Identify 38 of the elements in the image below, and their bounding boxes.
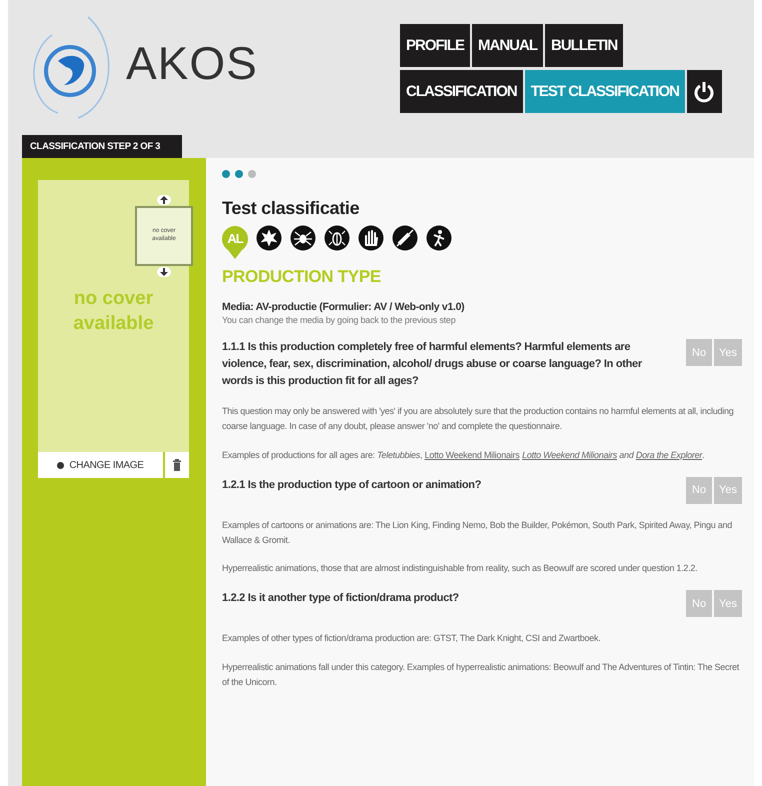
logo-text: AKOS <box>126 36 258 90</box>
example-link[interactable]: Lotto Weekend Milionairs <box>522 450 618 460</box>
question-text: 1.1.1 Is this production completely free of harmful elements? Harmful elements are violence, fear, sex, discrimination, alcohol/ drugs abuse or coarse language? In other words is this production fit for all ages? <box>222 340 643 390</box>
page-title: Test classificatie <box>222 198 360 219</box>
example-link[interactable]: Dora the Explorer <box>636 450 702 460</box>
trash-icon <box>173 459 181 471</box>
nav-tab[interactable]: BULLETIN <box>545 24 624 67</box>
power-icon <box>694 80 714 102</box>
syringe-icon <box>392 225 418 251</box>
nav-tab[interactable]: TEST CLASSIFICATION <box>524 70 685 113</box>
power-button[interactable] <box>686 70 722 113</box>
media-hint: You can change the media by going back to the previous step <box>222 315 457 325</box>
question-text: 1.2.2 Is it another type of fiction/drama product? <box>222 591 459 606</box>
down-arrow-icon[interactable] <box>157 267 171 277</box>
spider-icon <box>290 225 316 251</box>
media-label: Media: AV-productie (Formulier: AV / Web-only v1.0) <box>222 301 466 313</box>
trash-button[interactable] <box>165 452 189 478</box>
help-paragraph: Examples of cartoons or animations are: The Lion King, Finding Nemo, Bob the Builder, Pokémon, South Park, Spirited Away, Pingu and Wallace & Gromit. <box>222 518 734 547</box>
nav-tab[interactable]: MANUAL <box>472 24 544 67</box>
help-paragraph: Examples of other types of fiction/drama production are: GTST, The Dark Knight, CSI and Zwartboek. <box>222 632 602 646</box>
no-cover-text: no cover available <box>72 287 155 336</box>
figure-icon <box>426 225 452 251</box>
hand-icon <box>358 225 384 251</box>
beetle-icon <box>324 225 350 251</box>
dot-icon <box>57 462 64 468</box>
help-paragraph: Hyperrealistic animations, those that are almost indistinguishable from reality, such as Beowulf are scored under question 1.2.2. <box>222 562 698 576</box>
up-arrow-icon[interactable] <box>157 195 171 205</box>
question-text: 1.2.1 Is the production type of cartoon or animation? <box>222 478 482 493</box>
help-paragraph: Hyperrealistic animations fall under this category. Examples of hyperrealistic animations: Beowulf and The Adventures of Tintin: The Secret of the Unicorn. <box>222 661 740 689</box>
nav-tab[interactable]: CLASSIFICATION <box>400 70 523 113</box>
burst-icon <box>256 225 282 251</box>
example-link[interactable]: Lotto Weekend Milionairs <box>424 450 520 460</box>
nav-tab[interactable]: PROFILE <box>400 24 470 67</box>
section-title: PRODUCTION TYPE <box>222 267 382 287</box>
change-image-button[interactable]: CHANGE IMAGE <box>38 452 163 478</box>
help-paragraph: This question may only be answered with 'yes' if you are absolutely sure that the production contains no harmful elements at all, including coarse language. In case of any doubt, please answer 'no' and complete the questionnaire. <box>222 405 734 433</box>
rating-badge: AL <box>222 225 248 259</box>
help-paragraph: Examples of productions for all ages are: Teletubbies, Lotto Weekend Milionairs Lotto Weekend Milionairs and Dora the Explorer. <box>222 448 706 462</box>
